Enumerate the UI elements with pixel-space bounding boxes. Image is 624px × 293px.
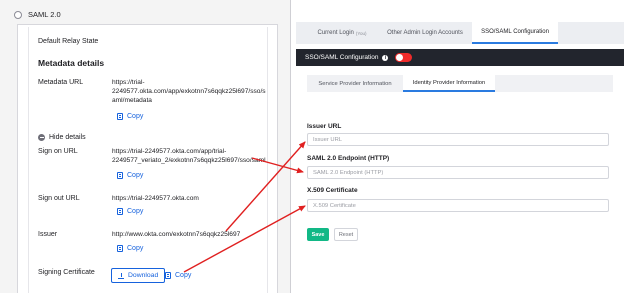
metadata-url-line: aml/metadata [112,97,152,104]
copy-icon [117,208,123,215]
x509-certificate-input[interactable] [307,199,609,212]
download-label: Download [128,272,159,279]
certificate-copy-button[interactable]: Copy [165,272,191,279]
sign-on-url-copy-button[interactable]: Copy [117,172,143,179]
copy-label: Copy [175,272,192,279]
saml-section-title: SAML 2.0 [28,10,61,19]
x509-certificate-label: X.509 Certificate [307,187,358,194]
metadata-details-heading: Metadata details [38,58,105,68]
sign-out-url-label: Sign out URL [38,195,80,202]
default-relay-state-label: Default Relay State [38,38,99,45]
subtab-service-provider-info[interactable]: Service Provider Information [309,75,401,92]
hide-details-toggle[interactable]: Hide details [38,134,86,141]
metadata-url-copy-button[interactable]: Copy [117,113,143,120]
admin-sso-panel: Current Login (You) Other Admin Login Acc… [296,22,624,293]
issuer-value: http://www.okta.com/exkotnn7s6qqkz25l697 [112,231,241,238]
saml-endpoint-label: SAML 2.0 Endpoint (HTTP) [307,155,390,162]
hide-details-label: Hide details [49,134,86,141]
sso-config-bar: SSO/SAML Configuration i [296,49,624,66]
download-icon [118,272,124,279]
okta-saml-panel: SAML 2.0 Default Relay State Metadata de… [0,0,290,293]
sign-on-url-line: https://trial-2249577.okta.com/app/trial… [112,148,227,155]
saml-details-inner: Default Relay State Metadata details Met… [28,27,268,293]
signing-certificate-label: Signing Certificate [38,269,95,276]
save-button[interactable]: Save [307,228,329,241]
issuer-url-label: Issuer URL [307,123,342,130]
copy-label: Copy [127,208,144,215]
tab-current-login[interactable]: Current Login (You) [306,22,378,44]
tab-sso-saml-configuration[interactable]: SSO/SAML Configuration [472,22,558,44]
copy-icon [117,172,123,179]
metadata-url-line: 2249577.okta.com/app/exkotnn7s6qqkz25l69… [112,88,266,95]
sso-subtabs: Service Provider Information Identity Pr… [307,75,613,92]
sign-out-url-value: https://trial-2249577.okta.com [112,195,199,202]
admin-tabs-bar: Current Login (You) Other Admin Login Acc… [296,22,624,44]
sso-config-bar-label: SSO/SAML Configuration [305,54,379,61]
radio-icon[interactable] [14,10,22,19]
subtab-identity-provider-info[interactable]: Identity Provider Information [403,75,495,92]
issuer-label: Issuer [38,231,58,238]
tab-other-admin-accounts[interactable]: Other Admin Login Accounts [380,22,470,44]
copy-icon [117,245,123,252]
tab-note: (You) [355,30,367,36]
tab-label: Current Login [317,30,354,36]
info-icon[interactable]: i [382,54,389,61]
tab-label: Other Admin Login Accounts [387,30,463,36]
tab-label: SSO/SAML Configuration [481,29,549,35]
copy-label: Copy [127,245,144,252]
metadata-url-line: https://trial- [112,79,145,86]
sign-out-url-copy-button[interactable]: Copy [117,208,143,215]
copy-icon [117,113,123,120]
saml-details-card: Default Relay State Metadata details Met… [17,24,278,293]
download-certificate-button[interactable]: Download [111,268,166,283]
metadata-url-value: https://trial- 2249577.okta.com/app/exko… [112,78,266,105]
sso-enable-toggle[interactable] [395,53,413,62]
issuer-copy-button[interactable]: Copy [117,245,143,252]
sign-on-url-line: 2249577_veriato_2/exkotnn7s6qqkz25l697/s… [112,157,266,164]
copy-icon [165,272,171,279]
copy-label: Copy [127,113,144,120]
saml-endpoint-input[interactable] [307,166,609,179]
metadata-url-label: Metadata URL [38,79,84,86]
panel-divider [290,0,291,293]
saml-section-header[interactable]: SAML 2.0 [14,10,61,19]
issuer-url-input[interactable] [307,133,609,146]
collapse-icon [38,134,45,141]
sign-on-url-label: Sign on URL [38,148,78,155]
sign-on-url-value: https://trial-2249577.okta.com/app/trial… [112,147,266,165]
copy-label: Copy [127,172,144,179]
reset-button[interactable]: Reset [334,228,358,241]
